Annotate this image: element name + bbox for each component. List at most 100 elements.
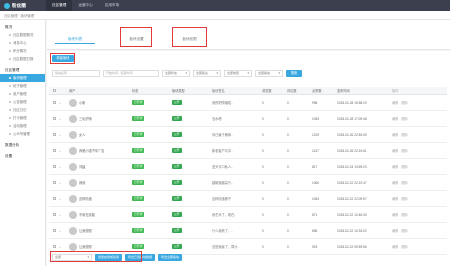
table-row[interactable]: + 不用在线能 已开通 公开 我艺术了，现在.. 0 0 871 2018-02-22 12:4… xyxy=(49,207,447,223)
top-nav-community[interactable]: 社区管理 xyxy=(46,0,73,11)
comments-cell: 0 xyxy=(287,212,289,217)
logo-text: 粉丝圈 xyxy=(12,2,26,8)
table-row[interactable]: + 奔驰小强汽车广告 已开通 公开 新老客户共享.. 0 0 1137 2018-02-26 2… xyxy=(49,143,447,159)
table-row[interactable]: + 让我想想 已开通 公开 什么我看了，.. 0 0 896 2018-02-22 10:33:… xyxy=(49,223,447,239)
type-badge: 公开 xyxy=(172,100,182,105)
delete-link[interactable]: 删除 xyxy=(401,132,407,137)
top-nav-market[interactable]: 应用市场 xyxy=(99,0,125,11)
table-row[interactable]: + 这种情绪 已开通 公开 这种情绪那子 0 0 1054 2018-02-22 22:09:5… xyxy=(49,191,447,207)
sidebar-item-points[interactable]: 积分概况 xyxy=(0,47,45,55)
export-all-button[interactable]: 导出全部版块 xyxy=(158,253,183,261)
table-row[interactable]: + 刘猛 已开通 公开 蓝天可口私人.. 0 0 817 2018-02-24 13:59:23… xyxy=(49,159,447,175)
sidebar-group-title[interactable]: 概况 xyxy=(0,23,45,31)
table-row[interactable]: + 女人 已开通 公开 你已暴于赌尊.. 0 0 1229 2018-02-26 22:53:3… xyxy=(49,127,447,143)
sidebar-item-daily[interactable]: 社区数据日报 xyxy=(0,55,45,63)
edit-link[interactable]: 编辑 xyxy=(392,228,398,233)
table-row[interactable]: + 小新 已开通 公开 我的吧唠嗑啦.. 0 0 998 2018-02-28 19:58:19… xyxy=(49,95,447,111)
row-checkbox[interactable] xyxy=(49,165,59,168)
expand-icon[interactable]: + xyxy=(59,229,69,233)
row-checkbox[interactable] xyxy=(49,213,59,216)
edit-link[interactable]: 编辑 xyxy=(392,244,398,249)
expand-icon[interactable]: + xyxy=(59,133,69,137)
edit-link[interactable]: 编辑 xyxy=(392,164,398,169)
date-range-field[interactable]: 开始时间 - 结束时间 xyxy=(103,69,159,77)
checkbox-icon xyxy=(52,197,56,200)
delete-link[interactable]: 删除 xyxy=(401,116,407,121)
expand-icon[interactable]: + xyxy=(59,197,69,201)
expand-icon[interactable]: + xyxy=(59,101,69,105)
search-button[interactable]: 搜索 xyxy=(286,69,302,77)
actions-cell: 编辑 删除 xyxy=(392,244,417,249)
type-select[interactable]: 全部类型 ▾ xyxy=(224,69,252,77)
expand-icon[interactable]: + xyxy=(59,149,69,153)
new-board-button[interactable]: 新建版块 xyxy=(52,55,74,62)
row-checkbox[interactable] xyxy=(49,101,59,104)
row-checkbox[interactable] xyxy=(49,197,59,200)
row-checkbox[interactable] xyxy=(49,117,59,120)
edit-link[interactable]: 编辑 xyxy=(392,148,398,153)
delete-link[interactable]: 删除 xyxy=(401,180,407,185)
sidebar-group-community: 社区管理 版块管理 帖子管理 用户管理 公告管理 社区日记 打卡管理 活动管理 … xyxy=(0,63,45,138)
edit-link[interactable]: 编辑 xyxy=(392,132,398,137)
sidebar-item-wechat[interactable]: 公众号管理 xyxy=(0,130,45,138)
expand-icon[interactable]: + xyxy=(59,117,69,121)
search-input[interactable]: 版块名称 xyxy=(52,69,100,77)
delete-link[interactable]: 删除 xyxy=(401,196,407,201)
row-checkbox[interactable] xyxy=(49,229,59,232)
checkbox-icon xyxy=(52,101,56,104)
moderator-select[interactable]: 全部版主 ▾ xyxy=(193,69,221,77)
likes-cell: 896 xyxy=(312,228,318,233)
top-bar: 粉丝圈 社区管理 运营中心 应用市场 xyxy=(0,0,450,11)
bullet-icon xyxy=(9,42,11,44)
row-checkbox[interactable] xyxy=(49,181,59,184)
sidebar-group-title[interactable]: 社区管理 xyxy=(0,66,45,74)
status-badge: 已开通 xyxy=(132,228,145,233)
delete-link[interactable]: 删除 xyxy=(401,244,407,249)
type-cell: 公开 xyxy=(172,228,212,233)
delete-link[interactable]: 删除 xyxy=(401,228,407,233)
status-select[interactable]: 全部状态 ▾ xyxy=(162,69,190,77)
type-badge: 公开 xyxy=(172,116,182,121)
sidebar-item-messages[interactable]: 消息中心 xyxy=(0,39,45,47)
expand-icon[interactable]: + xyxy=(59,165,69,169)
delete-link[interactable]: 删除 xyxy=(401,164,407,169)
select-all-checkbox[interactable] xyxy=(49,89,59,92)
sidebar-item-posts[interactable]: 帖子管理 xyxy=(0,82,45,90)
chevron-down-icon: ▾ xyxy=(185,70,187,75)
top-nav-operations[interactable]: 运营中心 xyxy=(72,0,98,11)
delete-link[interactable]: 删除 xyxy=(401,212,407,217)
likes-cell: 817 xyxy=(312,164,318,169)
date-cell: 2018-02-22 10:33:02 xyxy=(337,228,367,233)
sidebar-item-boards[interactable]: 版块管理 xyxy=(0,74,45,82)
sidebar-item-checkin[interactable]: 打卡管理 xyxy=(0,114,45,122)
tab-board-list[interactable]: 版块列表 xyxy=(55,34,95,44)
sidebar-group-title[interactable]: 设置 xyxy=(0,152,45,160)
row-checkbox[interactable] xyxy=(49,245,59,248)
row-checkbox[interactable] xyxy=(49,149,59,152)
sidebar-item-notices[interactable]: 公告管理 xyxy=(0,98,45,106)
sidebar-item-diary[interactable]: 社区日记 xyxy=(0,106,45,114)
expand-icon[interactable]: + xyxy=(59,181,69,185)
expand-icon[interactable]: + xyxy=(59,245,69,249)
delete-link[interactable]: 删除 xyxy=(401,148,407,153)
status-badge: 已开通 xyxy=(132,196,145,201)
header-user: 用户 xyxy=(69,89,76,93)
delete-link[interactable]: 删除 xyxy=(401,100,407,105)
expand-icon[interactable]: + xyxy=(59,213,69,217)
table-row[interactable]: + 我就 已开通 公开 越硬我越高兴.. 0 0 1060 2018-02-22 22:22:4… xyxy=(49,175,447,191)
edit-link[interactable]: 编辑 xyxy=(392,180,398,185)
table-row[interactable]: + 三毛驴骑 已开通 公开 没水嗯 0 0 1053 2018-02-28 17:09:48 编辑… xyxy=(49,111,447,127)
sidebar-item-stats[interactable]: 社区数据概况 xyxy=(0,31,45,39)
sidebar-item-users[interactable]: 用户管理 xyxy=(0,90,45,98)
header-date: 发布时间 xyxy=(337,89,350,93)
edit-link[interactable]: 编辑 xyxy=(392,196,398,201)
edit-link[interactable]: 编辑 xyxy=(392,212,398,217)
board-select[interactable]: 全部版块 ▾ xyxy=(255,69,283,77)
user-cell: 不用在线能 xyxy=(69,210,132,219)
sidebar-item-events[interactable]: 活动管理 xyxy=(0,122,45,130)
edit-link[interactable]: 编辑 xyxy=(392,116,398,121)
sidebar-item-label: 公众号管理 xyxy=(13,132,30,136)
sidebar-group-title[interactable]: 数据分析 xyxy=(0,141,45,149)
row-checkbox[interactable] xyxy=(49,133,59,136)
edit-link[interactable]: 编辑 xyxy=(392,100,398,105)
